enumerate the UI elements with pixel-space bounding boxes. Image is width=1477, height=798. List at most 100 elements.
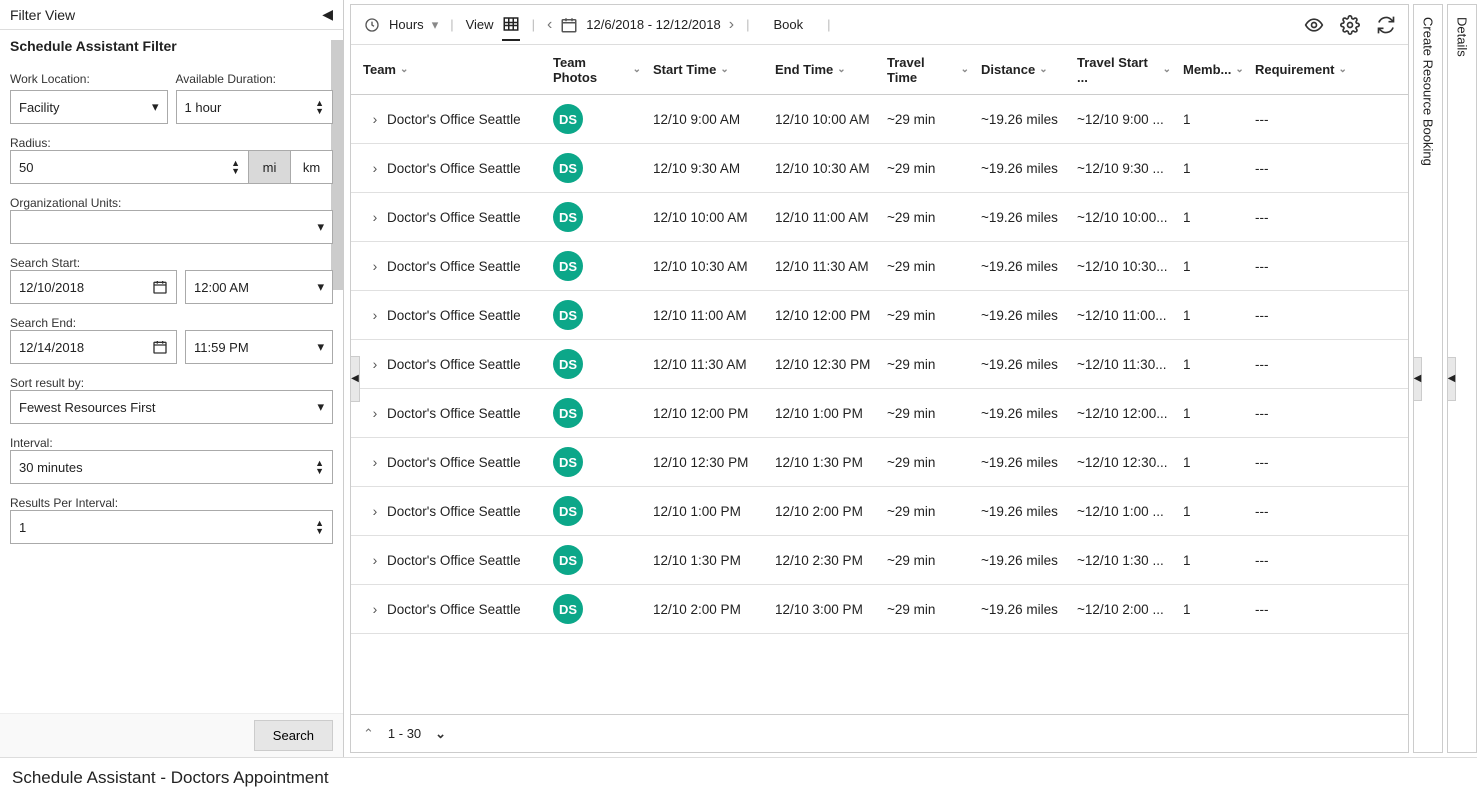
- sort-result-label: Sort result by:: [10, 376, 333, 390]
- clock-icon: [363, 16, 381, 34]
- book-button[interactable]: Book: [761, 17, 815, 32]
- chevron-right-icon[interactable]: ›: [363, 160, 387, 176]
- chevron-right-icon[interactable]: ›: [363, 454, 387, 470]
- work-location-select[interactable]: Facility ▾: [10, 90, 168, 124]
- cell-photo: DS: [547, 398, 647, 428]
- cell-members: 1: [1177, 308, 1249, 323]
- chevron-right-icon[interactable]: ›: [363, 307, 387, 323]
- toolbar: Hours ▾ | View | ‹ 12/6/2018 - 12/12/201…: [351, 5, 1408, 45]
- table-row[interactable]: › Doctor's Office Seattle DS 12/10 11:30…: [351, 340, 1408, 389]
- cell-travel: ~29 min: [881, 308, 975, 323]
- search-button[interactable]: Search: [254, 720, 333, 751]
- next-range-button[interactable]: ›: [729, 16, 734, 34]
- grid-view-tab[interactable]: [502, 15, 520, 41]
- table-row[interactable]: › Doctor's Office Seattle DS 12/10 1:30 …: [351, 536, 1408, 585]
- cell-travel: ~29 min: [881, 406, 975, 421]
- col-start-time[interactable]: Start Time⌄: [647, 62, 769, 77]
- table-row[interactable]: › Doctor's Office Seattle DS 12/10 9:30 …: [351, 144, 1408, 193]
- table-row[interactable]: › Doctor's Office Seattle DS 12/10 2:00 …: [351, 585, 1408, 634]
- page-title: Schedule Assistant - Doctors Appointment: [0, 757, 1477, 798]
- col-team[interactable]: Team⌄: [357, 62, 547, 77]
- cell-end: 12/10 2:00 PM: [769, 504, 881, 519]
- col-members[interactable]: Memb...⌄: [1177, 62, 1249, 77]
- search-start-time[interactable]: 12:00 AM ▾: [185, 270, 333, 304]
- gear-icon[interactable]: [1340, 15, 1360, 35]
- date-range[interactable]: 12/6/2018 - 12/12/2018: [586, 17, 720, 32]
- chevron-down-icon: ▾: [317, 339, 324, 355]
- sort-result-select[interactable]: Fewest Resources First ▾: [10, 390, 333, 424]
- collapse-main-left-icon[interactable]: ◀: [350, 356, 360, 402]
- cell-distance: ~19.26 miles: [975, 553, 1071, 568]
- prev-range-button[interactable]: ‹: [547, 16, 552, 34]
- table-row[interactable]: › Doctor's Office Seattle DS 12/10 10:30…: [351, 242, 1408, 291]
- cell-travel-start: ~12/10 12:30...: [1071, 455, 1177, 470]
- cell-start: 12/10 1:00 PM: [647, 504, 769, 519]
- chevron-right-icon[interactable]: ›: [363, 503, 387, 519]
- chevron-right-icon[interactable]: ›: [363, 111, 387, 127]
- col-team-photos[interactable]: Team Photos⌄: [547, 55, 647, 85]
- grid-body[interactable]: › Doctor's Office Seattle DS 12/10 9:00 …: [351, 95, 1408, 714]
- search-end-date[interactable]: 12/14/2018: [10, 330, 177, 364]
- col-distance[interactable]: Distance⌄: [975, 62, 1071, 77]
- org-units-select[interactable]: ▾: [10, 210, 333, 244]
- chevron-left-icon[interactable]: ◀: [1447, 357, 1456, 401]
- radius-input[interactable]: 50 ▲▼: [10, 150, 249, 184]
- table-row[interactable]: › Doctor's Office Seattle DS 12/10 12:30…: [351, 438, 1408, 487]
- sort-icon: ⌄: [1235, 64, 1243, 75]
- results-per-interval-stepper[interactable]: 1 ▲▼: [10, 510, 333, 544]
- cell-requirement: ---: [1249, 210, 1349, 225]
- cell-distance: ~19.26 miles: [975, 357, 1071, 372]
- col-travel-time[interactable]: Travel Time⌄: [881, 55, 975, 85]
- sort-icon: ⌄: [1338, 64, 1346, 75]
- chevron-down-icon: ▾: [317, 399, 324, 415]
- cell-distance: ~19.26 miles: [975, 112, 1071, 127]
- cell-requirement: ---: [1249, 406, 1349, 421]
- collapse-left-icon[interactable]: ◀: [322, 6, 333, 23]
- col-requirement[interactable]: Requirement⌄: [1249, 62, 1349, 77]
- details-rail[interactable]: ◀ Details: [1447, 4, 1477, 753]
- search-end-time[interactable]: 11:59 PM ▾: [185, 330, 333, 364]
- cell-photo: DS: [547, 251, 647, 281]
- cell-travel: ~29 min: [881, 553, 975, 568]
- create-booking-rail[interactable]: ◀ Create Resource Booking: [1413, 4, 1443, 753]
- chevron-right-icon[interactable]: ›: [363, 258, 387, 274]
- available-duration-stepper[interactable]: 1 hour ▲▼: [176, 90, 334, 124]
- chevron-right-icon[interactable]: ›: [363, 601, 387, 617]
- cell-members: 1: [1177, 112, 1249, 127]
- radius-unit-km[interactable]: km: [291, 150, 333, 184]
- sort-icon: ⌄: [961, 64, 969, 75]
- cell-team: › Doctor's Office Seattle: [357, 503, 547, 519]
- chevron-right-icon[interactable]: ›: [363, 405, 387, 421]
- chevron-right-icon[interactable]: ›: [363, 209, 387, 225]
- cell-distance: ~19.26 miles: [975, 406, 1071, 421]
- table-row[interactable]: › Doctor's Office Seattle DS 12/10 9:00 …: [351, 95, 1408, 144]
- cell-start: 12/10 11:00 AM: [647, 308, 769, 323]
- cell-team: › Doctor's Office Seattle: [357, 405, 547, 421]
- calendar-icon[interactable]: [560, 16, 578, 34]
- pager-up-icon[interactable]: ⌃: [363, 726, 374, 742]
- table-row[interactable]: › Doctor's Office Seattle DS 12/10 12:00…: [351, 389, 1408, 438]
- search-start-date[interactable]: 12/10/2018: [10, 270, 177, 304]
- chevron-right-icon[interactable]: ›: [363, 356, 387, 372]
- cell-start: 12/10 10:00 AM: [647, 210, 769, 225]
- radius-unit-mi[interactable]: mi: [249, 150, 291, 184]
- pager-down-icon[interactable]: ⌄: [435, 726, 446, 742]
- hours-dropdown[interactable]: Hours: [389, 17, 424, 32]
- table-row[interactable]: › Doctor's Office Seattle DS 12/10 1:00 …: [351, 487, 1408, 536]
- cell-requirement: ---: [1249, 455, 1349, 470]
- cell-end: 12/10 2:30 PM: [769, 553, 881, 568]
- cell-requirement: ---: [1249, 504, 1349, 519]
- chevron-left-icon[interactable]: ◀: [1413, 357, 1422, 401]
- cell-photo: DS: [547, 104, 647, 134]
- eye-icon[interactable]: [1304, 15, 1324, 35]
- col-travel-start[interactable]: Travel Start ...⌄: [1071, 55, 1177, 85]
- cell-distance: ~19.26 miles: [975, 259, 1071, 274]
- available-duration-label: Available Duration:: [176, 72, 334, 86]
- table-row[interactable]: › Doctor's Office Seattle DS 12/10 10:00…: [351, 193, 1408, 242]
- refresh-icon[interactable]: [1376, 15, 1396, 35]
- col-end-time[interactable]: End Time⌄: [769, 62, 881, 77]
- chevron-right-icon[interactable]: ›: [363, 552, 387, 568]
- interval-stepper[interactable]: 30 minutes ▲▼: [10, 450, 333, 484]
- table-row[interactable]: › Doctor's Office Seattle DS 12/10 11:00…: [351, 291, 1408, 340]
- results-per-interval-label: Results Per Interval:: [10, 496, 333, 510]
